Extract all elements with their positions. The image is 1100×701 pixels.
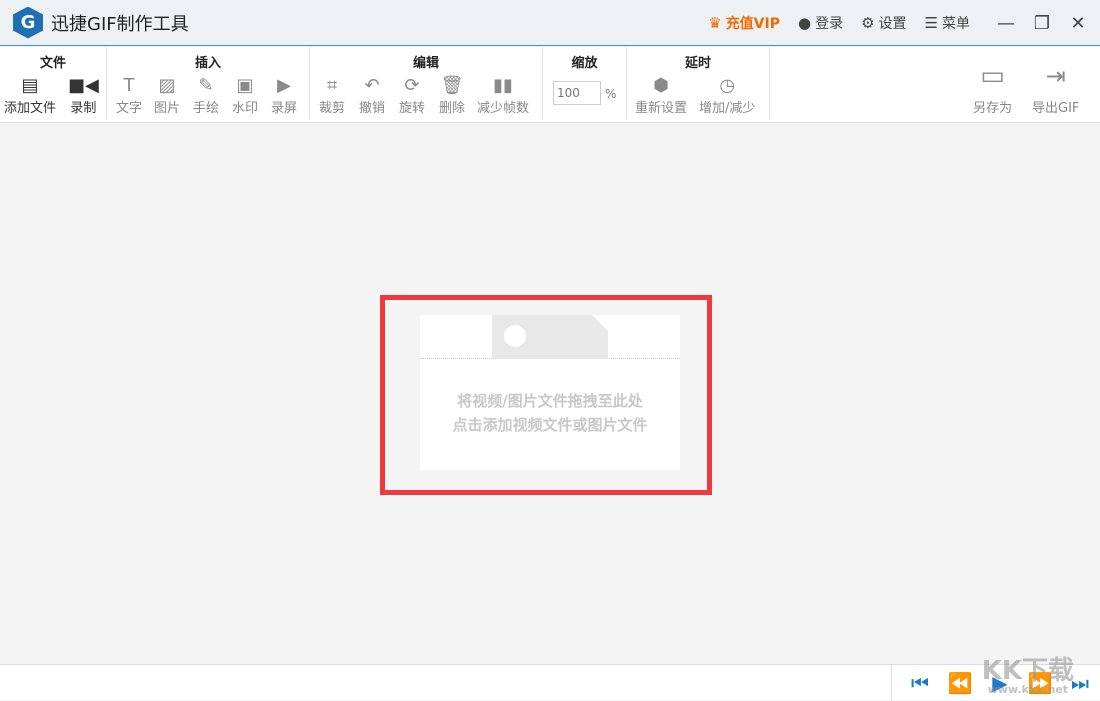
settings-button[interactable]: ⚙ 设置 [861, 13, 906, 33]
frames-icon: ▮▮ [493, 75, 513, 96]
pencil-icon: ✎ [198, 75, 214, 96]
close-button[interactable]: ✕ [1060, 13, 1096, 34]
group-edit: 编辑 ⌗ 裁剪 ↶ 撤销 ⟳ 旋转 🗑 删除 ▮▮ 减少帧数 [310, 47, 543, 119]
text-button[interactable]: T 文字 [116, 75, 142, 116]
reduce-frames-button[interactable]: ▮▮ 减少帧数 [477, 75, 529, 116]
group-zoom: 缩放 100 % [543, 47, 627, 119]
watermark: KK下载 www.kkx.net [981, 656, 1074, 696]
vip-button[interactable]: ♛ 充值VIP [708, 13, 780, 33]
crown-icon: ♛ [708, 14, 722, 32]
status-bar: ⏮ ⏪ ▶ ⏩ ⏭ [0, 664, 1100, 701]
gear-icon: ⚙ [861, 14, 875, 32]
add-file-button[interactable]: ▤ 添加文件 [4, 75, 56, 116]
screen-record-button[interactable]: ▶ 录屏 [271, 75, 297, 116]
rotate-button[interactable]: ⟳ 旋转 [399, 75, 425, 116]
menu-button[interactable]: ☰ 菜单 [925, 13, 970, 33]
drop-hint: 将视频/图片文件拖拽至此处 点击添加视频文件或图片文件 [452, 392, 648, 434]
text-icon: T [123, 75, 135, 96]
minimize-button[interactable]: — [988, 13, 1024, 34]
save-as-button[interactable]: ▭ 另存为 [973, 61, 1012, 116]
undo-button[interactable]: ↶ 撤销 [359, 75, 385, 116]
clapper-icon: ▶ [277, 75, 291, 96]
group-insert: 插入 T 文字 ▨ 图片 ✎ 手绘 ▣ 水印 ▶ 录屏 [107, 47, 310, 119]
hamburger-icon: ☰ [924, 14, 938, 32]
login-button[interactable]: ● 登录 [798, 13, 843, 33]
crop-button[interactable]: ⌗ 裁剪 [319, 75, 345, 116]
group-delay: 延时 ⬢ 重新设置 ◷ 增加/减少 [627, 47, 770, 119]
app-title: 迅捷GIF制作工具 [51, 13, 189, 35]
undo-icon: ↶ [364, 75, 380, 96]
zoom-input[interactable]: 100 [553, 81, 601, 105]
photo-placeholder-icon [492, 315, 608, 359]
delete-button[interactable]: 🗑 删除 [439, 75, 465, 116]
maximize-button[interactable]: ❐ [1024, 13, 1060, 34]
hexagon-icon: ⬢ [653, 75, 669, 96]
export-icon: ⇥ [1045, 62, 1066, 90]
draw-button[interactable]: ✎ 手绘 [193, 75, 219, 116]
watermark-button[interactable]: ▣ 水印 [232, 75, 258, 116]
workspace: 将视频/图片文件拖拽至此处 点击添加视频文件或图片文件 [0, 124, 1100, 664]
first-frame-icon[interactable]: ⏮ [900, 671, 940, 695]
export-gif-button[interactable]: ⇥ 导出GIF [1032, 62, 1079, 116]
rotate-icon: ⟳ [404, 75, 420, 96]
picture-icon: ▣ [236, 75, 254, 96]
trash-icon: 🗑 [440, 75, 464, 96]
toolbar: 文件 ▤ 添加文件 ■◀ 录制 插入 T 文字 ▨ 图片 ✎ 手绘 ▣ 水印 ▶ 录屏 编辑 … [0, 47, 1100, 123]
reset-delay-button[interactable]: ⬢ 重新设置 [635, 75, 687, 116]
image-button[interactable]: ▨ 图片 [154, 75, 180, 116]
layers-icon: ▭ [980, 61, 1005, 91]
camera-icon: ■◀ [68, 75, 99, 96]
app-logo: G [13, 6, 43, 39]
title-bar: G 迅捷GIF制作工具 ♛ 充值VIP ● 登录 ⚙ 设置 ☰ 菜单 — ❐ ✕ [0, 0, 1100, 46]
rewind-icon[interactable]: ⏪ [940, 671, 980, 695]
crop-icon: ⌗ [326, 75, 338, 96]
adjust-delay-button[interactable]: ◷ 增加/减少 [699, 75, 755, 116]
image-icon: ▨ [158, 75, 176, 96]
record-button[interactable]: ■◀ 录制 [68, 75, 99, 116]
user-icon: ● [798, 14, 812, 32]
file-icon: ▤ [21, 75, 39, 96]
group-file: 文件 ▤ 添加文件 ■◀ 录制 [0, 47, 107, 119]
drop-zone[interactable]: 将视频/图片文件拖拽至此处 点击添加视频文件或图片文件 [380, 295, 712, 495]
clock-icon: ◷ [719, 75, 736, 96]
